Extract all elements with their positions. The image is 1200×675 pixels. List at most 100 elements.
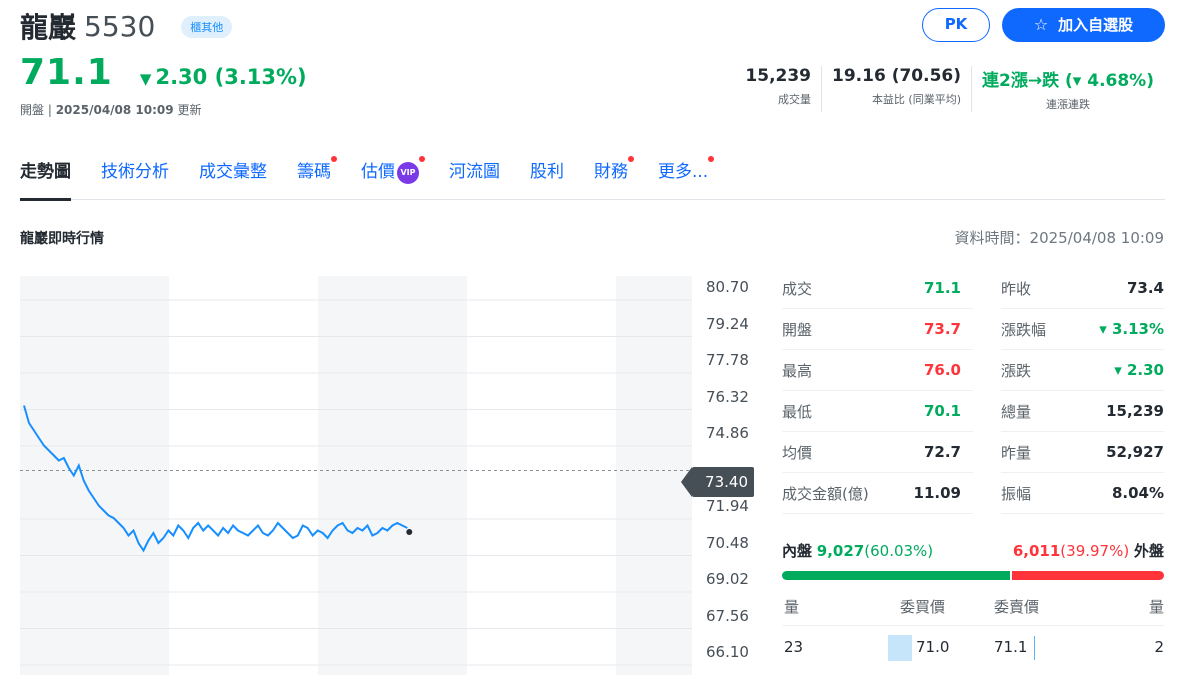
quote-table: 成交 71.1 昨收 73.4 開盤 73.7 漲跌幅 ▾ 3.13% 最高 76.0 漲跌 ▾ 2.… xyxy=(782,268,1164,514)
notification-dot xyxy=(331,156,337,162)
stock-name: 龍巖 xyxy=(20,11,77,44)
stat-volume: 15,239 成交量 xyxy=(735,66,821,112)
inside-pct: (60.03%) xyxy=(864,542,934,560)
stat-volume-value: 15,239 xyxy=(745,66,812,86)
tab-river[interactable]: 河流圖 xyxy=(449,156,500,200)
quote-label: 漲跌幅 xyxy=(1001,320,1047,339)
outside-label: 外盤 xyxy=(1133,542,1164,560)
tab-label: 籌碼 xyxy=(297,162,331,182)
tab-label: 走勢圖 xyxy=(20,162,71,182)
quote-label: 成交 xyxy=(782,279,813,298)
vip-badge: VIP xyxy=(397,162,419,184)
y-tick-label: 69.02 xyxy=(706,570,749,588)
stat-volume-label: 成交量 xyxy=(778,93,812,106)
prev-close-tag: 73.40 xyxy=(681,467,754,497)
price-row: 71.1 ▼ 2.30 (3.13%) xyxy=(20,52,307,93)
outside-value: 6,011 xyxy=(1012,542,1061,560)
stat-pe-value: 19.16 (70.56) xyxy=(832,66,962,86)
tab-trend[interactable]: 走勢圖 xyxy=(20,156,71,201)
quote-label: 昨量 xyxy=(1001,443,1032,462)
notification-dot xyxy=(628,156,634,162)
y-tick-label: 70.48 xyxy=(706,533,749,552)
tab-bar: 走勢圖 技術分析 成交彙整 籌碼 估價 VIP 河流圖 股利 財務 更多... xyxy=(20,156,1165,201)
tab-label: 股利 xyxy=(530,162,564,182)
tab-more[interactable]: 更多... xyxy=(658,156,715,200)
inside-volume: 內盤 9,027(60.03%) xyxy=(782,540,933,561)
y-tick-label: 67.56 xyxy=(706,606,749,625)
quote-label: 均價 xyxy=(782,443,813,462)
quote-label: 總量 xyxy=(1001,402,1032,421)
price-change: ▼ 2.30 (3.13%) xyxy=(140,65,307,89)
tab-trades[interactable]: 成交彙整 xyxy=(199,156,267,200)
notification-dot xyxy=(419,156,425,162)
quote-value: ▾ 3.13% xyxy=(1099,320,1164,338)
market-status-prefix: 開盤 | xyxy=(20,103,56,117)
quote-value: 72.7 xyxy=(923,443,961,461)
summary-stats: 15,239 成交量 19.16 (70.56) 本益比 (同業平均) 連2漲→… xyxy=(735,66,1164,112)
tab-valuation[interactable]: 估價 VIP xyxy=(361,156,425,200)
quote-cell-left: 最高 76.0 xyxy=(782,350,973,391)
ask-price: 71.1 xyxy=(994,638,1028,656)
ask-qty: 2 xyxy=(1154,638,1164,656)
tab-label: 技術分析 xyxy=(101,162,169,182)
ask-volume-bar xyxy=(1034,636,1035,660)
quote-cell-left: 最低 70.1 xyxy=(782,391,973,432)
quote-label: 漲跌 xyxy=(1001,361,1032,380)
inside-value: 9,027 xyxy=(816,542,865,560)
quote-cell-left: 成交 71.1 xyxy=(782,268,973,309)
quote-cell-right: 昨量 52,927 xyxy=(1001,432,1164,473)
star-icon: ☆ xyxy=(1033,15,1049,34)
stock-header: 龍巖 5530 櫃其他 PK ☆ 加入自選股 xyxy=(20,6,1165,46)
stat-pe-label: 本益比 (同業平均) xyxy=(871,93,962,106)
tab-chips[interactable]: 籌碼 xyxy=(297,156,337,200)
bid-volume-bar xyxy=(888,635,912,661)
quote-cell-right: 漲跌幅 ▾ 3.13% xyxy=(1001,309,1164,350)
add-to-watchlist-button[interactable]: ☆ 加入自選股 xyxy=(1002,8,1165,42)
intraday-chart[interactable]: 80.70 79.24 77.78 76.32 74.86 71.94 70.48 69.02… xyxy=(20,276,760,675)
quote-row: 開盤 73.7 漲跌幅 ▾ 3.13% xyxy=(782,309,1164,350)
quote-value: 73.4 xyxy=(1126,279,1164,297)
price-change-pct: (3.13%) xyxy=(214,65,307,89)
intraday-chart-svg xyxy=(20,276,692,675)
stat-streak: 連2漲→跌 (▾ 4.68%) 連漲連跌 xyxy=(971,66,1164,112)
market-badge[interactable]: 櫃其他 xyxy=(181,16,233,38)
chart-band xyxy=(20,276,169,675)
quote-cell-left: 成交金額(億) 11.09 xyxy=(782,473,973,514)
tab-label: 更多... xyxy=(658,162,709,182)
update-timestamp: 2025/04/08 10:09 xyxy=(55,103,174,117)
quote-value: 76.0 xyxy=(923,361,961,379)
quote-row: 成交金額(億) 11.09 振幅 8.04% xyxy=(782,473,1164,514)
tab-label: 估價 xyxy=(361,162,395,182)
quote-value: 15,239 xyxy=(1106,402,1164,420)
outside-bar-fill xyxy=(1012,571,1164,580)
tab-dividend[interactable]: 股利 xyxy=(530,156,564,200)
quote-cell-left: 開盤 73.7 xyxy=(782,309,973,350)
orderbook-header: 量 委買價 委賣價 量 xyxy=(782,596,1164,626)
bid-price-header: 委買價 xyxy=(900,598,946,616)
market-status: 開盤 | 2025/04/08 10:09 更新 xyxy=(20,101,201,118)
quote-value: 70.1 xyxy=(923,402,961,420)
inside-bar-fill xyxy=(782,571,1011,580)
tab-financials[interactable]: 財務 xyxy=(594,156,634,200)
tab-label: 河流圖 xyxy=(449,162,500,182)
notification-dot xyxy=(708,156,715,162)
outside-volume: 6,011(39.97%) 外盤 xyxy=(1013,540,1164,561)
chart-band xyxy=(318,276,467,675)
quote-cell-left: 均價 72.7 xyxy=(782,432,973,473)
tab-technical[interactable]: 技術分析 xyxy=(101,156,169,200)
bid-qty-header: 量 xyxy=(784,598,800,616)
quote-row: 最低 70.1 總量 15,239 xyxy=(782,391,1164,432)
y-tick-label: 76.32 xyxy=(706,387,749,406)
y-tick-label: 74.86 xyxy=(706,424,749,442)
y-tick-label: 79.24 xyxy=(706,314,749,333)
quote-row: 成交 71.1 昨收 73.4 xyxy=(782,268,1164,309)
y-tick-label: 71.94 xyxy=(706,497,749,515)
quote-value: ▾ 2.30 xyxy=(1114,361,1164,379)
quote-label: 最高 xyxy=(782,361,813,380)
add-to-watchlist-label: 加入自選股 xyxy=(1058,16,1134,34)
pk-button[interactable]: PK xyxy=(922,8,990,42)
quote-cell-right: 昨收 73.4 xyxy=(1001,268,1164,309)
tab-label: 財務 xyxy=(594,162,628,182)
y-tick-label: 77.78 xyxy=(706,351,749,369)
bid-qty: 23 xyxy=(784,638,804,656)
